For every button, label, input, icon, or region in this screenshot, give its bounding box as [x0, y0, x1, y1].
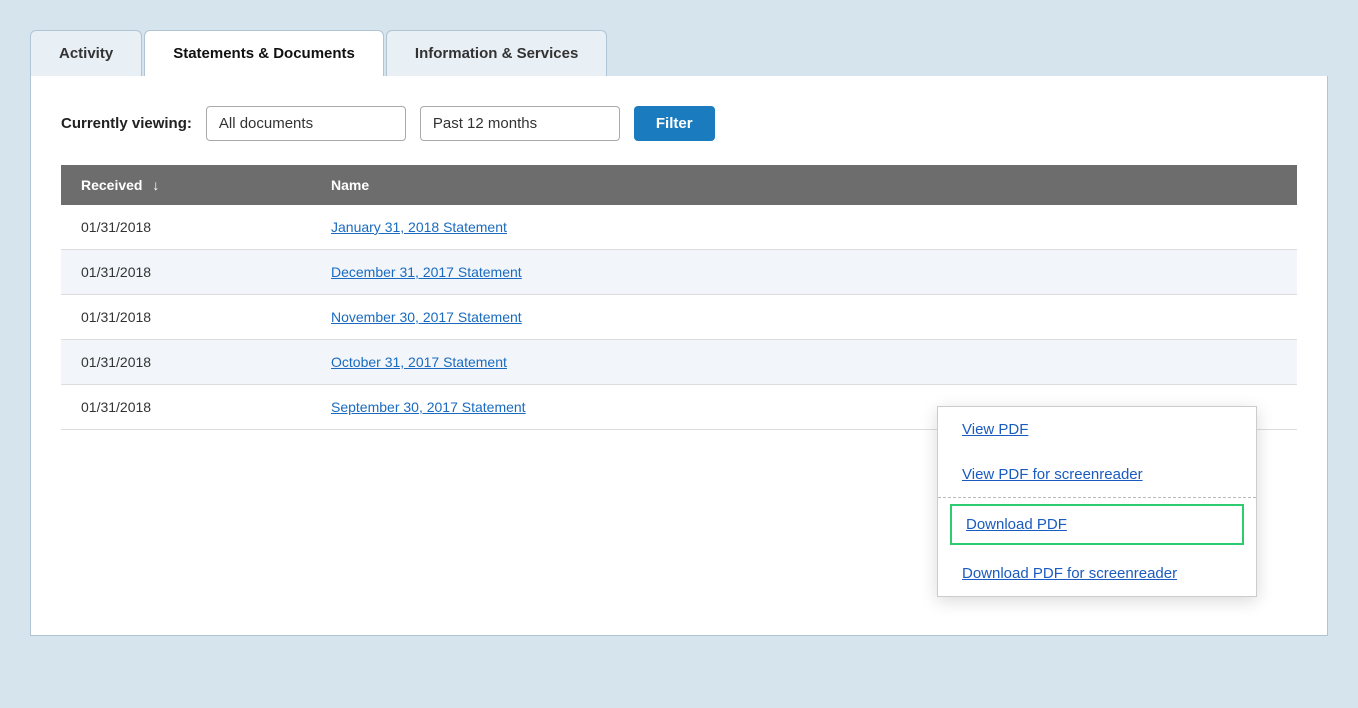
tab-bar: Activity Statements & Documents Informat… — [0, 0, 1358, 76]
filter-label: Currently viewing: — [61, 115, 192, 132]
received-date: 01/31/2018 — [61, 250, 311, 295]
download-pdf-link[interactable]: Download PDF — [950, 504, 1244, 545]
tab-activity[interactable]: Activity — [30, 30, 142, 76]
period-select-wrapper: Past 12 months Past 24 months Past 36 mo… — [420, 106, 620, 141]
document-name[interactable]: November 30, 2017 Statement — [311, 295, 1297, 340]
table-row: 01/31/2018 January 31, 2018 Statement — [61, 205, 1297, 250]
received-date: 01/31/2018 — [61, 295, 311, 340]
download-pdf-screenreader-link[interactable]: Download PDF for screenreader — [938, 551, 1256, 596]
filter-button[interactable]: Filter — [634, 106, 715, 141]
tab-statements[interactable]: Statements & Documents — [144, 30, 384, 76]
view-pdf-link[interactable]: View PDF — [938, 407, 1256, 452]
view-pdf-screenreader-link[interactable]: View PDF for screenreader — [938, 452, 1256, 497]
received-date: 01/31/2018 — [61, 205, 311, 250]
received-date: 01/31/2018 — [61, 385, 311, 430]
sort-arrow-icon: ↓ — [152, 177, 159, 193]
document-name[interactable]: December 31, 2017 Statement — [311, 250, 1297, 295]
content-area: Currently viewing: All documents Stateme… — [30, 76, 1328, 636]
table-row: 01/31/2018 December 31, 2017 Statement — [61, 250, 1297, 295]
table-row: 01/31/2018 November 30, 2017 Statement — [61, 295, 1297, 340]
document-select-wrapper: All documents Statements Tax Documents T… — [206, 106, 406, 141]
column-received[interactable]: Received ↓ — [61, 165, 311, 205]
document-actions-popup: View PDF View PDF for screenreader Downl… — [937, 406, 1257, 597]
document-name[interactable]: January 31, 2018 Statement — [311, 205, 1297, 250]
filter-bar: Currently viewing: All documents Stateme… — [61, 106, 1297, 141]
received-date: 01/31/2018 — [61, 340, 311, 385]
column-name: Name — [311, 165, 1297, 205]
table-row: 01/31/2018 October 31, 2017 Statement — [61, 340, 1297, 385]
documents-table: Received ↓ Name 01/31/2018 January 31, 2… — [61, 165, 1297, 430]
document-type-select[interactable]: All documents Statements Tax Documents T… — [206, 106, 406, 141]
table-header-row: Received ↓ Name — [61, 165, 1297, 205]
tab-info[interactable]: Information & Services — [386, 30, 607, 76]
document-name[interactable]: October 31, 2017 Statement — [311, 340, 1297, 385]
popup-divider — [938, 497, 1256, 498]
page-wrapper: Activity Statements & Documents Informat… — [0, 0, 1358, 708]
period-select[interactable]: Past 12 months Past 24 months Past 36 mo… — [420, 106, 620, 141]
